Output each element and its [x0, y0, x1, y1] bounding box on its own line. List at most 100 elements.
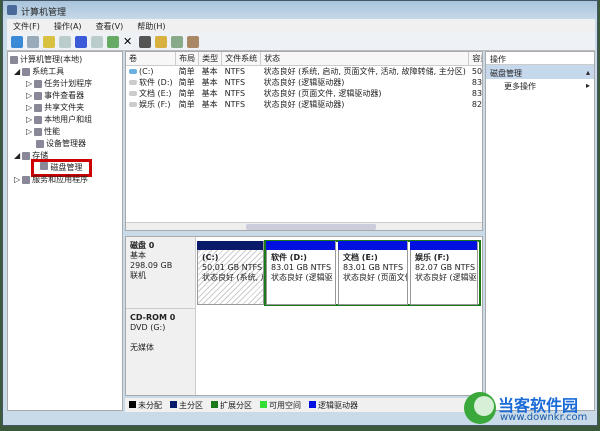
- app-icon: [7, 5, 17, 15]
- partition-bar: [338, 241, 407, 250]
- partition-block[interactable]: 软件 (D:) 83.01 GB NTFS 状态良好 (逻辑驱: [266, 241, 336, 305]
- horizontal-scrollbar[interactable]: [126, 222, 482, 230]
- watermark: 当客软件园 www.downkr.com: [460, 388, 600, 428]
- legend-item: 逻辑驱动器: [309, 400, 358, 411]
- partition-block[interactable]: (C:) 50.01 GB NTFS 状态良好 (系统, 启: [197, 241, 264, 305]
- show-tree-icon[interactable]: [59, 36, 71, 48]
- forward-icon[interactable]: [27, 36, 39, 48]
- action-more[interactable]: 更多操作 ▸: [486, 79, 594, 92]
- open-icon[interactable]: [155, 36, 167, 48]
- up-folder-icon[interactable]: [43, 36, 55, 48]
- volume-type: 基本: [201, 77, 218, 87]
- menu-file[interactable]: 文件(F): [13, 21, 40, 31]
- tree-device-manager[interactable]: 设备管理器: [10, 138, 120, 150]
- storage-icon: [22, 152, 31, 160]
- volume-list: 卷 布局 类型 文件系统 状态 容量 可 (C:)简单基本NTFS状态良好 (系…: [125, 51, 483, 231]
- cdrom-label[interactable]: CD-ROM 0 DVD (G:) 无媒体: [126, 309, 196, 395]
- col-volume[interactable]: 卷: [126, 52, 177, 66]
- volume-fs: NTFS: [224, 88, 246, 98]
- action-more-label: 更多操作: [504, 82, 536, 91]
- show-action-icon[interactable]: [91, 36, 103, 48]
- legend-swatch: [260, 400, 267, 408]
- collapse-icon[interactable]: ▴: [586, 68, 590, 77]
- cdrom-state: 无媒体: [130, 343, 154, 352]
- computer-icon: [10, 56, 18, 64]
- volume-layout: 简单: [178, 88, 195, 98]
- partition-status: 状态良好 (页面文件: [343, 273, 407, 282]
- delete-icon[interactable]: ✕: [123, 36, 135, 48]
- partition-size: 83.01 GB NTFS: [343, 263, 404, 272]
- menu-action[interactable]: 操作(A): [54, 21, 82, 31]
- tree-disk-management[interactable]: 磁盘管理: [10, 159, 120, 177]
- help-icon[interactable]: [75, 36, 87, 48]
- col-type[interactable]: 类型: [198, 52, 223, 66]
- volume-row[interactable]: 软件 (D:)简单基本NTFS状态良好 (逻辑驱动器)83.01 GB6: [126, 77, 482, 88]
- menu-view[interactable]: 查看(V): [96, 21, 124, 31]
- back-icon[interactable]: [11, 36, 23, 48]
- users-icon: [34, 116, 43, 124]
- disk0-label[interactable]: 磁盘 0 基本 298.09 GB 联机: [126, 237, 196, 309]
- drive-icon: [129, 68, 137, 74]
- partition-name: 娱乐 (F:): [415, 253, 450, 262]
- action-disk-management[interactable]: 磁盘管理 ▴: [486, 65, 594, 79]
- legend-swatch: [309, 400, 316, 408]
- tree-label: 设备管理器: [46, 139, 86, 148]
- search-icon[interactable]: [171, 36, 183, 48]
- volume-status: 状态良好 (逻辑驱动器): [263, 99, 345, 109]
- window-title: 计算机管理: [21, 8, 67, 18]
- tree-task-scheduler[interactable]: ▷ 任务计划程序: [10, 78, 120, 90]
- performance-icon: [34, 128, 43, 136]
- folder-icon: [34, 104, 43, 112]
- volume-row[interactable]: 娱乐 (F:)简单基本NTFS状态良好 (逻辑驱动器)82.07 GB7: [126, 99, 482, 110]
- services-icon: [22, 176, 31, 184]
- scroll-thumb[interactable]: [246, 224, 376, 230]
- col-status[interactable]: 状态: [260, 52, 470, 66]
- partition-status: 状态良好 (逻辑驱: [415, 273, 477, 282]
- volume-status: 状态良好 (系统, 启动, 页面文件, 活动, 故障转储, 主分区): [263, 66, 466, 76]
- volume-name: 娱乐 (F:): [126, 99, 176, 110]
- legend-swatch: [129, 400, 136, 408]
- tree-services[interactable]: ▷ 服务和应用程序: [10, 174, 120, 186]
- submenu-arrow-icon: ▸: [585, 81, 590, 90]
- partition-size: 83.01 GB NTFS: [271, 263, 332, 272]
- menu-bar: 文件(F) 操作(A) 查看(V) 帮助(H): [7, 19, 595, 33]
- partition-status: 状态良好 (逻辑驱: [271, 273, 333, 282]
- volume-name: 文档 (E:): [126, 88, 176, 99]
- tree-root[interactable]: 计算机管理(本地): [10, 54, 120, 66]
- partition-block[interactable]: 娱乐 (F:) 82.07 GB NTFS 状态良好 (逻辑驱: [410, 241, 478, 305]
- volume-fs: NTFS: [224, 99, 246, 109]
- properties-icon[interactable]: [139, 36, 151, 48]
- legend-label: 未分配: [138, 400, 162, 410]
- tree-local-users[interactable]: ▷ 本地用户和组: [10, 114, 120, 126]
- volume-row[interactable]: (C:) 简单 基本 NTFS 状态良好 (系统, 启动, 页面文件, 活动, 故障转储…: [126, 65, 482, 77]
- partition-name: (C:): [202, 253, 219, 262]
- disk-icon[interactable]: [187, 36, 199, 48]
- tree-storage[interactable]: ◢ 存储: [10, 150, 120, 162]
- legend-swatch: [170, 400, 177, 408]
- computer-management-window: 计算机管理 文件(F) 操作(A) 查看(V) 帮助(H) ✕ 计算机管理(本地…: [2, 0, 598, 426]
- tree-label: 系统工具: [32, 67, 65, 76]
- tree-performance[interactable]: ▷ 性能: [10, 126, 120, 138]
- tree-shared-folders[interactable]: ▷ 共享文件夹: [10, 102, 120, 114]
- legend: 未分配 主分区 扩展分区 可用空间 逻辑驱动器: [125, 398, 483, 412]
- partition-size: 82.07 GB NTFS: [415, 263, 476, 272]
- col-fs[interactable]: 文件系统: [221, 52, 262, 66]
- volume-type: 基本: [201, 99, 218, 109]
- tree-system-tools[interactable]: ◢ 系统工具: [10, 66, 120, 78]
- volume-row[interactable]: 文档 (E:)简单基本 NTFS 状态良好 (页面文件, 逻辑驱动器) 83.01 G…: [126, 88, 482, 99]
- legend-label: 逻辑驱动器: [318, 400, 358, 410]
- volume-layout: 简单: [178, 77, 195, 87]
- tree-label: 共享文件夹: [44, 103, 85, 112]
- volume-type: 基本: [201, 88, 218, 98]
- col-capacity[interactable]: 容量: [468, 52, 482, 66]
- tree-label: 存储: [32, 151, 49, 160]
- tree-event-viewer[interactable]: ▷ 事件查看器: [10, 90, 120, 102]
- refresh-icon[interactable]: [107, 36, 119, 48]
- volume-status: 状态良好 (页面文件, 逻辑驱动器): [263, 88, 382, 98]
- partition-name: 软件 (D:): [271, 253, 307, 262]
- legend-swatch: [211, 400, 218, 408]
- menu-help[interactable]: 帮助(H): [137, 21, 165, 31]
- partition-block[interactable]: 文档 (E:) 83.01 GB NTFS 状态良好 (页面文件: [338, 241, 408, 305]
- clock-icon: [34, 80, 43, 88]
- col-layout[interactable]: 布局: [175, 52, 200, 66]
